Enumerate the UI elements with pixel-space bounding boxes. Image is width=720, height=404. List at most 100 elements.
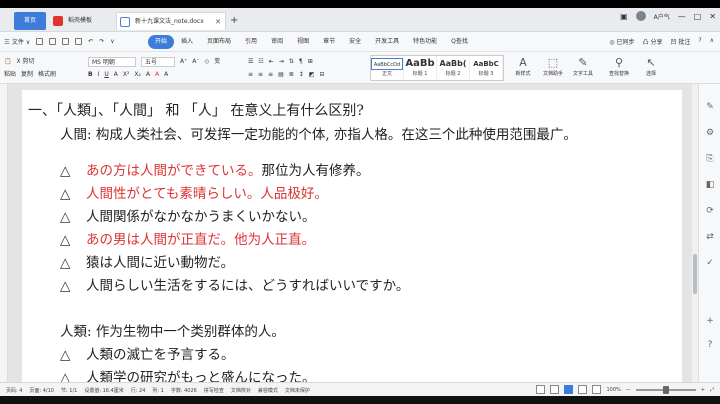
help-icon[interactable]: ? (698, 37, 701, 46)
tab-features[interactable]: 特色功能 (406, 35, 444, 49)
print-icon[interactable] (62, 38, 70, 45)
strikethrough-icon[interactable]: A (114, 68, 118, 81)
zoom-out-icon[interactable]: — (626, 387, 631, 393)
phonetic-icon[interactable]: 变 (214, 55, 220, 68)
numbering-icon[interactable]: ☷ (258, 55, 263, 68)
preview-icon[interactable] (75, 38, 83, 45)
borders-icon[interactable]: ⊞ (308, 55, 313, 68)
bold-icon[interactable]: B (88, 68, 93, 81)
property-panel-icon[interactable]: ⚙ (702, 128, 718, 138)
new-tab-button[interactable]: + (230, 12, 238, 30)
bullets-icon[interactable]: ☰ (248, 55, 253, 68)
view-outline-icon[interactable] (550, 385, 560, 394)
new-style-button[interactable]: A 新样式 (508, 56, 538, 77)
tab-section[interactable]: 章节 (316, 35, 342, 49)
align-right-icon[interactable]: ≡ (268, 68, 273, 81)
tab-document[interactable]: 新十九课文法_note.docx ✕ (116, 12, 226, 30)
tab-insert[interactable]: 插入 (174, 35, 200, 49)
tab-references[interactable]: 引用 (238, 35, 264, 49)
shading-icon[interactable]: ◩ (309, 68, 315, 81)
tab-page-layout[interactable]: 页面布局 (200, 35, 238, 49)
zoom-in-icon[interactable]: + (701, 387, 705, 393)
tab-review[interactable]: 审阅 (264, 35, 290, 49)
tab-security[interactable]: 安全 (342, 35, 368, 49)
font-size-select[interactable]: 五号 (141, 56, 175, 67)
align-left-icon[interactable]: ≡ (248, 68, 253, 81)
save-icon[interactable] (49, 38, 57, 45)
format-painter-button[interactable]: 格式刷 (38, 68, 56, 81)
zoom-in-side-icon[interactable]: + (702, 316, 718, 326)
line-spacing-icon[interactable]: ↕ (299, 68, 304, 81)
align-center-icon[interactable]: ≡ (258, 68, 263, 81)
grow-font-icon[interactable]: A⁺ (180, 55, 187, 68)
minimize-icon[interactable]: — (678, 12, 686, 21)
zoom-slider-knob[interactable] (662, 385, 669, 394)
show-marks-icon[interactable]: ¶ (299, 55, 303, 68)
tab-wps-templates[interactable]: 稻壳模板 (50, 12, 112, 30)
tab-close-icon[interactable]: ✕ (215, 13, 221, 31)
layout-panel-icon[interactable]: ◧ (702, 180, 718, 190)
view-focus-icon[interactable] (592, 385, 602, 394)
tab-developer[interactable]: 开发工具 (368, 35, 406, 49)
paste-icon[interactable]: 📋 (4, 55, 11, 68)
style-normal[interactable]: AaBbCcDd 正文 (371, 56, 404, 80)
indent-icon[interactable]: ⇥ (279, 55, 284, 68)
italic-icon[interactable]: I (98, 68, 100, 81)
more-icon[interactable]: ∨ (110, 38, 114, 45)
zoom-slider[interactable] (635, 385, 696, 394)
status-word-count[interactable]: 字数: 4026 (171, 387, 197, 394)
account-name[interactable]: A户气 (654, 12, 670, 21)
select-button[interactable]: ↖ 选择 (636, 56, 666, 77)
help-side-icon[interactable]: ? (702, 340, 718, 350)
clear-format-icon[interactable]: ◇ (205, 55, 210, 68)
font-color-icon[interactable]: A (155, 68, 159, 81)
paste-button[interactable]: 粘贴 (4, 68, 16, 81)
scrollbar-thumb[interactable] (693, 254, 697, 294)
status-compat-mode[interactable]: 兼容模式 (258, 387, 278, 394)
style-heading-1[interactable]: AaBb 标题 1 (404, 56, 437, 80)
view-page-icon[interactable] (564, 385, 574, 394)
file-menu[interactable]: 三 文件 ∨ (4, 37, 30, 46)
zoom-level[interactable]: 100% (606, 387, 620, 393)
collapse-ribbon-icon[interactable]: ∧ (710, 37, 714, 46)
avatar[interactable] (635, 11, 646, 21)
open-icon[interactable] (36, 38, 44, 45)
tab-view[interactable]: 视图 (290, 35, 316, 49)
tab-search[interactable]: Q查找 (444, 35, 475, 49)
comment-button[interactable]: 凹 批注 (670, 37, 690, 46)
style-heading-3[interactable]: AaBbC 标题 3 (470, 56, 503, 80)
check-panel-icon[interactable]: ✓ (702, 258, 718, 268)
status-spell-check[interactable]: 拼写检查 (204, 387, 224, 394)
tab-home[interactable]: 首页 (14, 12, 46, 30)
maximize-icon[interactable]: □ (694, 12, 702, 21)
justify-icon[interactable]: ▤ (278, 68, 284, 81)
undo-icon[interactable]: ↶ (88, 38, 93, 45)
outdent-icon[interactable]: ⇤ (269, 55, 274, 68)
style-heading-2[interactable]: AaBb( 标题 2 (437, 56, 470, 80)
char-border-icon[interactable]: A (164, 68, 168, 81)
shrink-font-icon[interactable]: A⁻ (192, 55, 199, 68)
text-tools-button[interactable]: ✎ 文字工具 (568, 56, 598, 77)
find-replace-button[interactable]: ⚲ 查找替换 (604, 56, 634, 77)
status-protection[interactable]: 文档未保护 (285, 387, 310, 394)
document-page[interactable]: 一、「人類」、「人間」 和 「人」 在意义上有什么区别? 人間: 构成人类社会、… (22, 90, 682, 390)
layout-icon[interactable]: ▣ (620, 12, 628, 21)
highlight-icon[interactable]: A (146, 68, 150, 81)
backup-panel-icon[interactable]: ⟳ (702, 206, 718, 216)
status-proofread[interactable]: 文档校对 (231, 387, 251, 394)
sort-icon[interactable]: ⇅ (289, 55, 294, 68)
view-web-icon[interactable] (578, 385, 588, 394)
translate-panel-icon[interactable]: ⇄ (702, 232, 718, 242)
superscript-icon[interactable]: X² (123, 68, 130, 81)
underline-icon[interactable]: U (104, 68, 108, 81)
style-panel-icon[interactable]: ✎ (702, 102, 718, 112)
table-border-icon[interactable]: ⊟ (320, 68, 325, 81)
share-button[interactable]: 凸 分享 (643, 37, 663, 46)
copy-button[interactable]: 复制 (21, 68, 33, 81)
distribute-icon[interactable]: ≣ (289, 68, 294, 81)
close-window-icon[interactable]: ✕ (709, 12, 716, 21)
redo-icon[interactable]: ↷ (99, 38, 104, 45)
share-panel-icon[interactable]: ⎘ (702, 154, 718, 164)
cut-button[interactable]: X 剪切 (16, 55, 34, 68)
font-name-select[interactable]: MS 明朝 (88, 56, 136, 67)
